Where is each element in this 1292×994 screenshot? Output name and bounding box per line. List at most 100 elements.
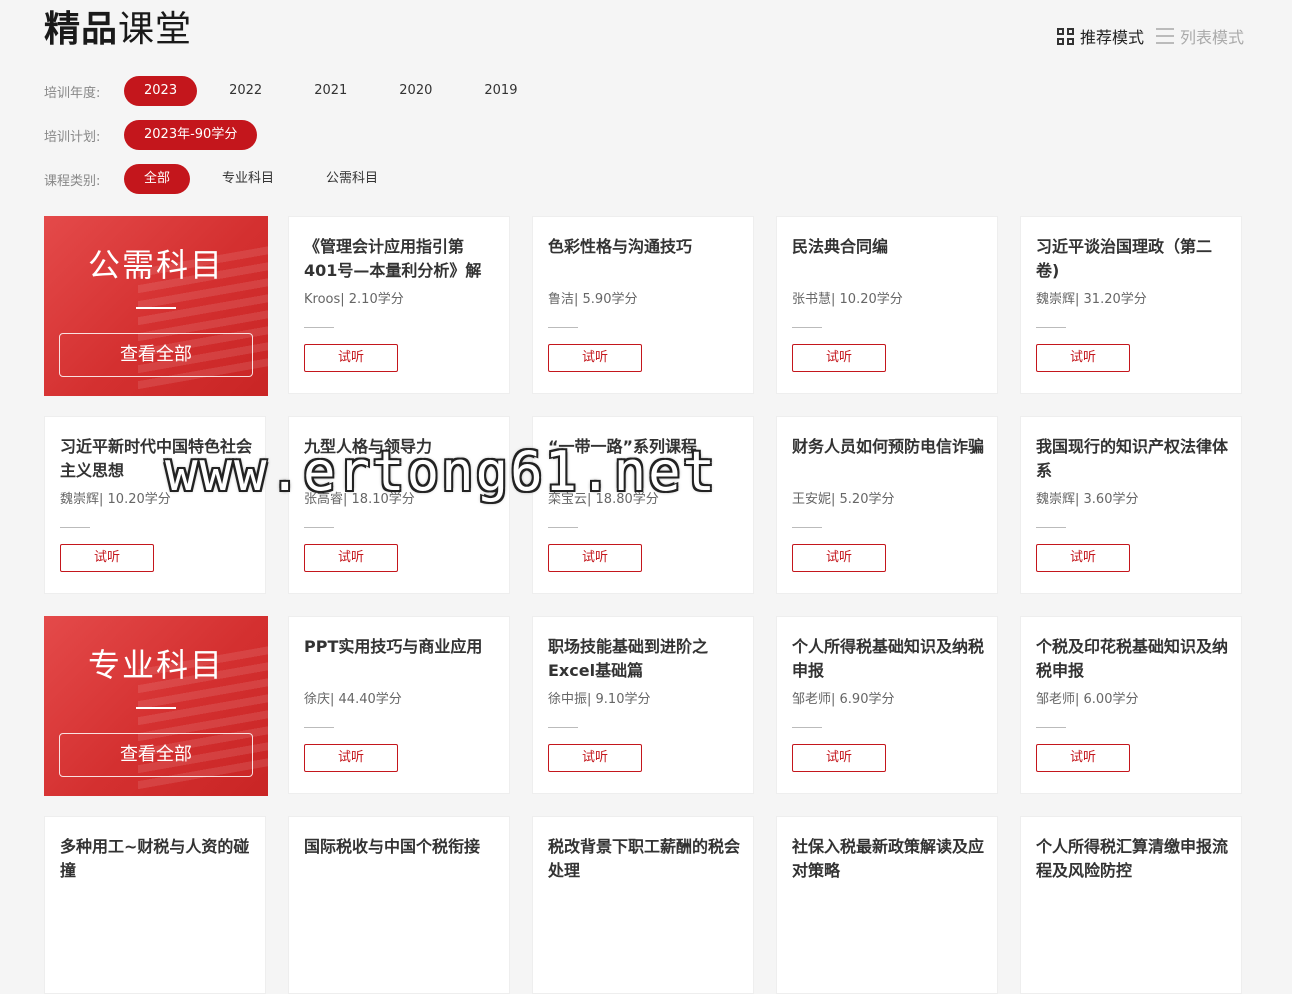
meta-separator: | (587, 692, 596, 707)
course-title[interactable]: 习近平谈治国理政（第二卷) (1036, 235, 1229, 283)
course-title[interactable]: 税改背景下职工薪酬的税会处理 (548, 835, 741, 883)
listen-button[interactable]: 试听 (60, 544, 154, 572)
course-title[interactable]: PPT实用技巧与商业应用 (304, 635, 497, 659)
list-mode-toggle[interactable]: 列表模式 (1155, 24, 1244, 48)
course-credits: 6.90学分 (839, 692, 895, 707)
course-title[interactable]: 个人所得税基础知识及纳税申报 (792, 635, 985, 683)
course-credits: 10.20学分 (839, 292, 903, 307)
card-divider (60, 527, 90, 528)
listen-button[interactable]: 试听 (792, 344, 886, 372)
course-card[interactable]: 《管理会计应用指引第401号—本量利分析》解读 Kroos| 2.10学分试听 (288, 216, 510, 394)
course-title[interactable]: 职场技能基础到进阶之Excel基础篇 (548, 635, 741, 683)
course-card[interactable]: “一带一路”系列课程 栾宝云| 18.80学分 试听 (532, 416, 754, 594)
listen-button[interactable]: 试听 (1036, 544, 1130, 572)
course-meta: 张高睿| 18.10学分 (304, 488, 415, 507)
listen-button[interactable]: 试听 (1036, 744, 1130, 772)
course-title[interactable]: “一带一路”系列课程 (548, 435, 741, 459)
plan-chip[interactable]: 2023年-90学分 (124, 120, 258, 150)
course-card[interactable]: 财务人员如何预防电信诈骗王安妮| 5.20学分试听 (776, 416, 998, 594)
category-chip-professional[interactable]: 专业科目 (202, 164, 294, 194)
course-title[interactable]: 国际税收与中国个税衔接 (304, 835, 497, 859)
course-title[interactable]: 民法典合同编 (792, 235, 985, 259)
meta-separator: | (587, 492, 596, 507)
recommend-mode-toggle[interactable]: 推荐模式 (1056, 24, 1144, 48)
listen-button[interactable]: 试听 (1036, 344, 1130, 372)
course-title[interactable]: 财务人员如何预防电信诈骗 (792, 435, 985, 459)
card-divider (548, 527, 578, 528)
course-title[interactable]: 《管理会计应用指引第401号—本量利分析》解读 (304, 235, 497, 283)
year-chip-2023[interactable]: 2023 (124, 76, 198, 106)
course-credits: 31.20学分 (1083, 292, 1147, 307)
plan-filter-label: 培训计划: (44, 129, 101, 145)
course-meta: 邹老师| 6.90学分 (792, 688, 894, 707)
course-meta: 魏崇辉| 3.60学分 (1036, 488, 1138, 507)
course-title[interactable]: 习近平新时代中国特色社会主义思想 (60, 435, 253, 483)
card-divider (304, 727, 334, 728)
course-credits: 5.90学分 (582, 292, 638, 307)
year-chip-2019[interactable]: 2019 (464, 76, 537, 106)
course-card[interactable]: 职场技能基础到进阶之Excel基础篇 徐中振| 9.10学分 试听 (532, 616, 754, 794)
meta-separator: | (99, 492, 108, 507)
course-teacher: 魏崇辉 (1036, 292, 1076, 307)
course-meta: 王安妮| 5.20学分 (792, 488, 894, 507)
course-meta: 徐庆| 44.40学分 (304, 688, 402, 707)
course-title[interactable]: 多种用工~财税与人资的碰撞 (60, 835, 253, 883)
listen-button[interactable]: 试听 (548, 344, 642, 372)
listen-button[interactable]: 试听 (304, 744, 398, 772)
course-title[interactable]: 个人所得税汇算清缴申报流程及风险防控 (1036, 835, 1229, 883)
year-chip-2022[interactable]: 2022 (209, 76, 282, 106)
course-card[interactable]: 民法典合同编 张书慧| 10.20学分 试听 (776, 216, 998, 394)
course-title[interactable]: 色彩性格与沟通技巧 (548, 235, 741, 259)
course-card[interactable]: 个人所得税基础知识及纳税申报邹老师| 6.90学分试听 (776, 616, 998, 794)
meta-separator: | (340, 292, 349, 307)
course-teacher: Kroos (304, 292, 341, 307)
course-card[interactable]: PPT实用技巧与商业应用徐庆| 44.40学分试听 (288, 616, 510, 794)
course-teacher: 王安妮 (792, 492, 832, 507)
listen-button[interactable]: 试听 (792, 744, 886, 772)
year-chip-2021[interactable]: 2021 (294, 76, 367, 106)
year-filter: 培训年度: 2023 2022 2021 2020 2019 (44, 76, 549, 106)
year-chip-2020[interactable]: 2020 (379, 76, 452, 106)
list-mode-label: 列表模式 (1179, 28, 1244, 47)
course-card[interactable]: 九型人格与领导力张高睿| 18.10学分试听 (288, 416, 510, 594)
course-meta: 邹老师| 6.00学分 (1036, 688, 1138, 707)
category-chip-all[interactable]: 全部 (124, 164, 191, 194)
listen-button[interactable]: 试听 (304, 544, 398, 572)
course-card[interactable]: 税改背景下职工薪酬的税会处理 (532, 816, 754, 994)
section-banner-public: 公需科目 查看全部 (44, 216, 268, 396)
course-credits: 18.80学分 (595, 492, 659, 507)
course-card[interactable]: 个人所得税汇算清缴申报流程及风险防控 (1020, 816, 1242, 994)
course-teacher: 邹老师 (792, 692, 832, 707)
course-card[interactable]: 我国现行的知识产权法律体系魏崇辉| 3.60学分试听 (1020, 416, 1242, 594)
course-card[interactable]: 个税及印花税基础知识及纳税申报邹老师| 6.00学分试听 (1020, 616, 1242, 794)
course-credits: 44.40学分 (338, 692, 402, 707)
meta-separator: | (574, 292, 583, 307)
course-card[interactable]: 习近平新时代中国特色社会主义思想 魏崇辉| 10.20学分 试听 (44, 416, 266, 594)
page-title: 精品课堂 (44, 8, 192, 52)
view-all-button[interactable]: 查看全部 (59, 733, 253, 777)
section-banner-divider (136, 307, 176, 309)
listen-button[interactable]: 试听 (792, 544, 886, 572)
card-divider (304, 527, 334, 528)
category-chip-public[interactable]: 公需科目 (306, 164, 398, 194)
listen-button[interactable]: 试听 (304, 344, 398, 372)
card-divider (304, 327, 334, 328)
course-title[interactable]: 九型人格与领导力 (304, 435, 497, 459)
course-title[interactable]: 社保入税最新政策解读及应对策略 (792, 835, 985, 883)
listen-button[interactable]: 试听 (548, 744, 642, 772)
course-title[interactable]: 我国现行的知识产权法律体系 (1036, 435, 1229, 483)
course-card[interactable]: 国际税收与中国个税衔接 (288, 816, 510, 994)
course-card[interactable]: 多种用工~财税与人资的碰撞 (44, 816, 266, 994)
listen-button[interactable]: 试听 (548, 544, 642, 572)
meta-separator: | (1075, 492, 1084, 507)
grid-icon (1056, 27, 1074, 45)
section-banner-title: 公需科目 (87, 246, 224, 284)
course-title[interactable]: 个税及印花税基础知识及纳税申报 (1036, 635, 1229, 683)
course-card[interactable]: 习近平谈治国理政（第二卷) 魏崇辉| 31.20学分 试听 (1020, 216, 1242, 394)
view-all-button[interactable]: 查看全部 (59, 333, 253, 377)
section-banner-title: 专业科目 (87, 646, 224, 684)
course-card[interactable]: 社保入税最新政策解读及应对策略 (776, 816, 998, 994)
course-credits: 18.10学分 (351, 492, 415, 507)
course-card[interactable]: 色彩性格与沟通技巧 鲁洁| 5.90学分 试听 (532, 216, 754, 394)
card-divider (792, 527, 822, 528)
